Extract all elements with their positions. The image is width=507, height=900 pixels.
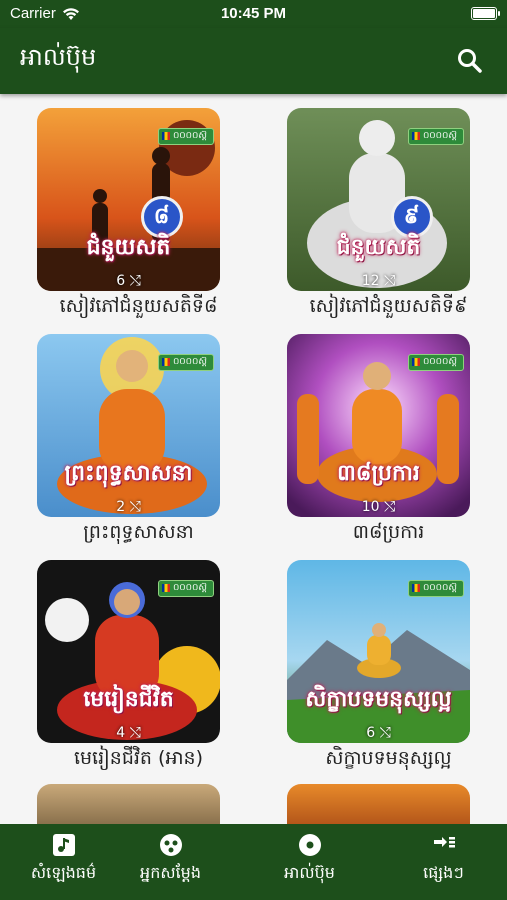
- flag-icon: [411, 358, 420, 366]
- status-time: 10:45 PM: [220, 5, 287, 22]
- album-label: សិក្ខាបទមនុស្សល្អ: [325, 747, 452, 769]
- album-cover[interactable]: ០០០០ស្ដ៊ ៣៨ប្រការ 10 ⤭: [287, 334, 470, 517]
- album-cover-title: មេរៀនជីវិត: [83, 687, 174, 712]
- play-count-value: 2: [116, 499, 126, 515]
- tab-albums[interactable]: អាល់ប៊ុម: [246, 832, 373, 892]
- app-badge: ០០០០ស្ដ៊: [157, 128, 214, 145]
- app-bar: អាល់ប៊ុម: [0, 28, 507, 94]
- album-label: សៀវភៅជំនួយសតិទី៩: [309, 295, 468, 317]
- play-count: 6 ⤭: [287, 725, 470, 741]
- shuffle-icon: ⤭: [129, 273, 141, 289]
- album-card-partial-left[interactable]: [37, 784, 220, 824]
- album-cover-title: សិក្ខាបទមនុស្សល្អ: [305, 687, 452, 712]
- app-badge: ០០០០ស្ដ៊: [407, 128, 464, 145]
- album-list[interactable]: ០០០០ស្ដ៊ ៨ ជំនួយសតិ 6 ⤭ សៀវភៅជំនួយសតិទី៨…: [0, 94, 507, 824]
- album-cover-title: ៣៨ប្រការ: [337, 461, 420, 486]
- page-title: អាល់ប៊ុម: [20, 43, 97, 71]
- app-badge: ០០០០ស្ដ៊: [157, 354, 214, 371]
- album-cover[interactable]: ០០០០ស្ដ៊ មេរៀនជីវិត 4 ⤭: [37, 560, 220, 743]
- album-icon: [298, 834, 321, 856]
- play-count-value: 10: [361, 499, 380, 515]
- flag-icon: [411, 132, 420, 140]
- play-count: 12 ⤭: [287, 273, 470, 289]
- tab-artists[interactable]: អ្នកសម្ដែង: [107, 832, 234, 892]
- shuffle-icon: ⤭: [379, 725, 391, 741]
- album-cover[interactable]: ០០០០ស្ដ៊ ៩ ជំនួយសតិ 12 ⤭: [287, 108, 470, 291]
- app-badge-text: ០០០០ស្ដ៊: [172, 357, 207, 367]
- album-cover[interactable]: ០០០០ស្ដ៊ ៨ ជំនួយសតិ 6 ⤭: [37, 108, 220, 291]
- play-count-value: 12: [361, 273, 380, 289]
- battery-icon: [471, 7, 500, 20]
- app-badge-text: ០០០០ស្ដ៊: [422, 357, 457, 367]
- app-badge-text: ០០០០ស្ដ៊: [172, 583, 207, 593]
- album-label: ៣៨ប្រការ: [352, 521, 425, 543]
- play-count-value: 6: [116, 273, 126, 289]
- more-icon: [433, 837, 455, 848]
- tab-label: ផ្សេងៗ: [423, 863, 464, 882]
- album-cover-title: ជំនួយសតិ: [86, 235, 171, 260]
- volume-number-badge: ៨: [140, 196, 183, 238]
- album-cover-title: ជំនួយសតិ: [336, 235, 421, 260]
- status-bar: Carrier 10:45 PM: [0, 0, 507, 28]
- tab-label: អាល់ប៊ុម: [284, 863, 335, 882]
- flag-icon: [411, 584, 420, 592]
- flag-icon: [161, 132, 170, 140]
- shuffle-icon: ⤭: [384, 499, 396, 515]
- album-cover[interactable]: ០០០០ស្ដ៊ សិក្ខាបទមនុស្សល្អ 6 ⤭: [287, 560, 470, 743]
- app-badge: ០០០០ស្ដ៊: [157, 580, 214, 597]
- app-badge: ០០០០ស្ដ៊: [407, 354, 464, 371]
- album-label: ព្រះពុទ្ធសាសនា: [83, 521, 194, 543]
- play-count: 6 ⤭: [37, 273, 220, 289]
- album-cover-title: ព្រះពុទ្ធសាសនា: [64, 461, 193, 486]
- app-badge-text: ០០០០ស្ដ៊: [422, 583, 457, 593]
- app-badge-text: ០០០០ស្ដ៊: [172, 131, 207, 141]
- shuffle-icon: ⤭: [129, 725, 141, 741]
- album-label: មេរៀនជីវិត (អាន): [73, 747, 204, 769]
- tab-label: អ្នកសម្ដែង: [140, 863, 201, 882]
- play-count: 10 ⤭: [287, 499, 470, 515]
- search-button[interactable]: [455, 46, 485, 76]
- search-icon: [458, 49, 482, 73]
- tab-more[interactable]: ផ្សេងៗ: [380, 832, 507, 892]
- app-badge-text: ០០០០ស្ដ៊: [422, 131, 457, 141]
- play-count-value: 4: [116, 725, 126, 741]
- album-label: សៀវភៅជំនួយសតិទី៨: [59, 295, 218, 317]
- app-badge: ០០០០ស្ដ៊: [407, 580, 464, 597]
- play-count: 2 ⤭: [37, 499, 220, 515]
- music-note-icon: [52, 834, 75, 856]
- shuffle-icon: ⤭: [129, 499, 141, 515]
- play-count: 4 ⤭: [37, 725, 220, 741]
- album-cover[interactable]: ០០០០ស្ដ៊ ព្រះពុទ្ធសាសនា 2 ⤭: [37, 334, 220, 517]
- flag-icon: [161, 358, 170, 366]
- artist-icon: [159, 834, 182, 856]
- volume-number-badge: ៩: [390, 196, 433, 238]
- flag-icon: [161, 584, 170, 592]
- album-card-partial-right[interactable]: [287, 784, 470, 824]
- play-count-value: 6: [366, 725, 376, 741]
- tab-bar: សំឡេងធម៌ អ្នកសម្ដែង អាល់ប៊ុម ផ្សេងៗ: [0, 824, 507, 900]
- shuffle-icon: ⤭: [384, 273, 396, 289]
